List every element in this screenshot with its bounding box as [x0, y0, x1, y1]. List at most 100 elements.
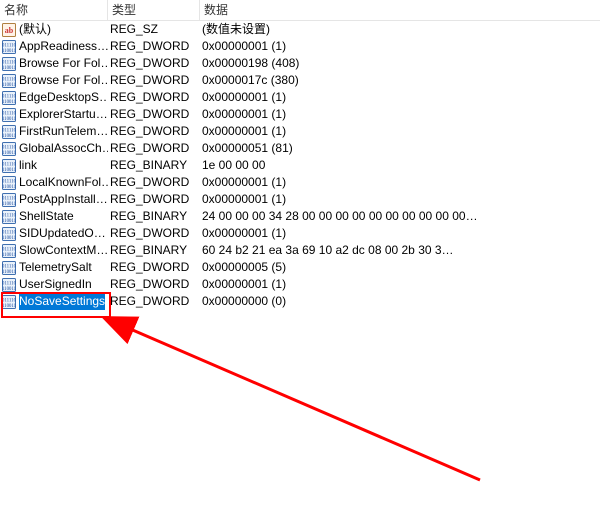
registry-value-row[interactable]: 011110110011SIDUpdatedO…REG_DWORD0x00000…	[0, 225, 600, 242]
registry-value-row[interactable]: 011110110011GlobalAssocCh…REG_DWORD0x000…	[0, 140, 600, 157]
registry-value-row[interactable]: 011110110011FirstRunTelem…REG_DWORD0x000…	[0, 123, 600, 140]
value-name-text: (默认)	[19, 21, 51, 38]
value-name-cell[interactable]: 011110110011TelemetrySalt	[0, 259, 108, 276]
reg-binary-icon: 011110110011	[2, 295, 16, 309]
value-type-cell: REG_DWORD	[108, 140, 200, 157]
registry-value-row[interactable]: 011110110011NoSaveSettingsREG_DWORD0x000…	[0, 293, 600, 310]
svg-text:110: 110	[9, 162, 16, 167]
registry-value-row[interactable]: 011110110011AppReadiness…REG_DWORD0x0000…	[0, 38, 600, 55]
svg-text:110: 110	[9, 230, 16, 235]
value-name-text: ExplorerStartu…	[19, 106, 108, 123]
reg-binary-icon: 011110110011	[2, 142, 16, 156]
column-header-name[interactable]: 名称	[0, 0, 108, 20]
value-data-cell: 0x0000017c (380)	[200, 72, 600, 89]
value-type-cell: REG_BINARY	[108, 208, 200, 225]
value-name-text: ShellState	[19, 208, 74, 225]
svg-text:110: 110	[9, 128, 16, 133]
svg-text:011: 011	[9, 219, 16, 224]
registry-value-row[interactable]: 011110110011linkREG_BINARY1e 00 00 00	[0, 157, 600, 174]
value-name-cell[interactable]: 011110110011Browse For Fol…	[0, 55, 108, 72]
registry-value-list[interactable]: 名称 类型 数据 ab(默认)REG_SZ(数值未设置)011110110011…	[0, 0, 600, 310]
svg-text:011: 011	[9, 168, 16, 173]
value-name-text: GlobalAssocCh…	[19, 140, 108, 157]
value-data-cell: (数值未设置)	[200, 21, 600, 38]
registry-value-row[interactable]: 011110110011Browse For Fol…REG_DWORD0x00…	[0, 72, 600, 89]
value-name-text: UserSignedIn	[19, 276, 92, 293]
value-name-cell[interactable]: 011110110011Browse For Fol…	[0, 72, 108, 89]
reg-binary-icon: 011110110011	[2, 74, 16, 88]
value-data-cell: 0x00000001 (1)	[200, 106, 600, 123]
value-name-cell[interactable]: 011110110011PostAppInstall…	[0, 191, 108, 208]
reg-binary-icon: 011110110011	[2, 193, 16, 207]
registry-value-row[interactable]: 011110110011TelemetrySaltREG_DWORD0x0000…	[0, 259, 600, 276]
reg-binary-icon: 011110110011	[2, 125, 16, 139]
svg-text:110: 110	[9, 111, 16, 116]
value-name-cell[interactable]: 011110110011ExplorerStartu…	[0, 106, 108, 123]
value-name-cell[interactable]: 011110110011LocalKnownFol…	[0, 174, 108, 191]
svg-text:110: 110	[9, 298, 16, 303]
value-data-cell: 1e 00 00 00	[200, 157, 600, 174]
value-name-text: PostAppInstall…	[19, 191, 108, 208]
value-name-cell[interactable]: ab (默认)	[0, 21, 108, 38]
value-type-cell: REG_SZ	[108, 21, 200, 38]
svg-text:110: 110	[9, 264, 16, 269]
value-type-cell: REG_DWORD	[108, 259, 200, 276]
svg-text:011: 011	[9, 287, 16, 292]
svg-text:110: 110	[9, 281, 16, 286]
registry-value-row[interactable]: 011110110011UserSignedInREG_DWORD0x00000…	[0, 276, 600, 293]
value-name-cell[interactable]: 011110110011FirstRunTelem…	[0, 123, 108, 140]
value-data-cell: 0x00000000 (0)	[200, 293, 600, 310]
registry-value-row[interactable]: 011110110011ShellStateREG_BINARY24 00 00…	[0, 208, 600, 225]
svg-text:110: 110	[9, 247, 16, 252]
svg-text:110: 110	[9, 145, 16, 150]
value-name-cell[interactable]: 011110110011GlobalAssocCh…	[0, 140, 108, 157]
registry-value-row[interactable]: 011110110011ExplorerStartu…REG_DWORD0x00…	[0, 106, 600, 123]
column-header-data[interactable]: 数据	[200, 0, 600, 20]
value-type-cell: REG_DWORD	[108, 293, 200, 310]
value-data-cell: 0x00000198 (408)	[200, 55, 600, 72]
reg-binary-icon: 011110110011	[2, 176, 16, 190]
value-name-cell[interactable]: 011110110011SIDUpdatedO…	[0, 225, 108, 242]
value-name-text: TelemetrySalt	[19, 259, 92, 276]
value-data-cell: 0x00000001 (1)	[200, 191, 600, 208]
value-data-cell: 0x00000005 (5)	[200, 259, 600, 276]
value-type-cell: REG_DWORD	[108, 225, 200, 242]
value-name-text: NoSaveSettings	[19, 293, 105, 310]
registry-value-row[interactable]: 011110110011LocalKnownFol…REG_DWORD0x000…	[0, 174, 600, 191]
value-name-cell[interactable]: 011110110011UserSignedIn	[0, 276, 108, 293]
value-data-cell: 24 00 00 00 34 28 00 00 00 00 00 00 00 0…	[200, 208, 600, 225]
registry-value-row[interactable]: ab (默认) REG_SZ(数值未设置)	[0, 21, 600, 38]
column-headers[interactable]: 名称 类型 数据	[0, 0, 600, 21]
registry-value-row[interactable]: 011110110011SlowContextM…REG_BINARY60 24…	[0, 242, 600, 259]
value-name-cell[interactable]: 011110110011EdgeDesktopS…	[0, 89, 108, 106]
svg-text:011: 011	[9, 66, 16, 71]
svg-text:110: 110	[9, 43, 16, 48]
value-data-cell: 0x00000051 (81)	[200, 140, 600, 157]
value-name-cell[interactable]: 011110110011link	[0, 157, 108, 174]
registry-value-row[interactable]: 011110110011EdgeDesktopS…REG_DWORD0x0000…	[0, 89, 600, 106]
value-name-cell[interactable]: 011110110011NoSaveSettings	[0, 293, 108, 310]
svg-text:110: 110	[9, 196, 16, 201]
registry-value-row[interactable]: 011110110011PostAppInstall…REG_DWORD0x00…	[0, 191, 600, 208]
reg-binary-icon: 011110110011	[2, 261, 16, 275]
svg-text:110: 110	[9, 213, 16, 218]
value-name-text: Browse For Fol…	[19, 55, 108, 72]
registry-value-row[interactable]: 011110110011Browse For Fol…REG_DWORD0x00…	[0, 55, 600, 72]
svg-text:011: 011	[9, 49, 16, 54]
value-name-cell[interactable]: 011110110011SlowContextM…	[0, 242, 108, 259]
value-type-cell: REG_DWORD	[108, 38, 200, 55]
value-type-cell: REG_BINARY	[108, 157, 200, 174]
value-type-cell: REG_DWORD	[108, 89, 200, 106]
value-name-cell[interactable]: 011110110011ShellState	[0, 208, 108, 225]
svg-text:110: 110	[9, 179, 16, 184]
value-name-text: EdgeDesktopS…	[19, 89, 108, 106]
value-data-cell: 0x00000001 (1)	[200, 89, 600, 106]
svg-text:110: 110	[9, 60, 16, 65]
reg-binary-icon: 011110110011	[2, 227, 16, 241]
column-header-type[interactable]: 类型	[108, 0, 200, 20]
value-data-cell: 0x00000001 (1)	[200, 123, 600, 140]
value-name-text: SlowContextM…	[19, 242, 108, 259]
svg-text:ab: ab	[5, 26, 14, 35]
reg-string-icon: ab	[2, 23, 16, 37]
value-name-cell[interactable]: 011110110011AppReadiness…	[0, 38, 108, 55]
